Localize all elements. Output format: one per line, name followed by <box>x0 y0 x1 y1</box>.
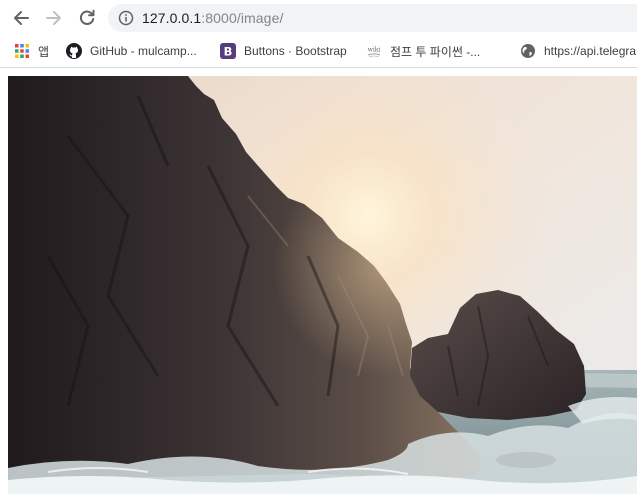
back-button[interactable] <box>9 6 33 30</box>
bookmark-bootstrap[interactable]: B Buttons · Bootstrap <box>220 41 347 61</box>
bookmark-telegram-api[interactable]: https://api.telegra <box>520 41 636 61</box>
reload-button[interactable] <box>75 6 99 30</box>
arrow-left-icon <box>14 11 29 25</box>
bootstrap-icon: B <box>220 43 236 59</box>
sea-cliff-photo <box>8 76 637 494</box>
bookmark-label: https://api.telegra <box>544 44 637 58</box>
bookmark-label: 점프 투 파이썬 -... <box>390 44 481 59</box>
apps-grid-icon <box>15 44 29 58</box>
forward-button[interactable] <box>42 6 66 30</box>
svg-text:B: B <box>224 44 233 58</box>
bookmark-label: Buttons · Bootstrap <box>244 44 347 58</box>
wikidocs-icon: wiki <box>368 47 381 58</box>
url-path: :8000/image/ <box>201 10 284 26</box>
address-bar[interactable]: 127.0.0.1:8000/image/ <box>108 4 637 32</box>
url-host: 127.0.0.1 <box>142 10 202 26</box>
bookmark-wikidocs[interactable]: wiki 점프 투 파이썬 -... <box>366 41 481 61</box>
globe-icon <box>521 44 535 58</box>
bookmark-apps[interactable]: 앱 <box>14 41 49 61</box>
bookmarks-bar: 앱 GitHub - mulcamp... B Buttons · Bootst… <box>0 36 637 66</box>
info-icon[interactable] <box>118 10 134 26</box>
arrow-right-icon <box>46 11 61 25</box>
url-text[interactable]: 127.0.0.1:8000/image/ <box>142 10 283 26</box>
bookmark-label: GitHub - mulcamp... <box>90 44 197 58</box>
github-icon <box>66 43 82 59</box>
reload-icon <box>79 9 95 25</box>
page-content <box>0 68 637 494</box>
bookmark-github[interactable]: GitHub - mulcamp... <box>66 41 197 61</box>
bookmark-label: 앱 <box>38 44 50 59</box>
svg-text:wiki: wiki <box>368 47 381 54</box>
browser-toolbar: 127.0.0.1:8000/image/ <box>0 0 637 36</box>
